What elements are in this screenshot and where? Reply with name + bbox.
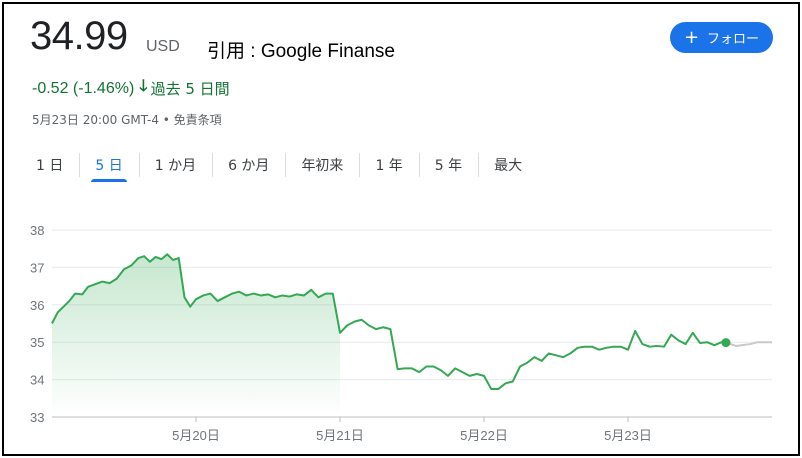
y-tick-label: 38 bbox=[30, 223, 44, 238]
plus-icon: + bbox=[683, 26, 700, 48]
y-tick-label: 35 bbox=[30, 335, 44, 350]
range-tabs: 1 日 5 日 1 か月 6 か月 年初来 1 年 5 年 最大 bbox=[20, 149, 538, 185]
source-note: 引用 : Google Finanse bbox=[207, 41, 395, 62]
tab-label: 1 か月 bbox=[154, 158, 197, 174]
arrow-down-icon: 🡓 bbox=[139, 78, 148, 95]
tab-1d[interactable]: 1 日 bbox=[20, 149, 79, 179]
y-tick-label: 36 bbox=[30, 298, 44, 313]
change-period: 過去 5 日間 bbox=[150, 80, 230, 98]
y-tick-label: 37 bbox=[30, 260, 44, 275]
follow-button-label: フォロー bbox=[707, 32, 760, 47]
current-point-marker bbox=[721, 338, 731, 348]
tab-max[interactable]: 最大 bbox=[478, 149, 538, 179]
tab-1y[interactable]: 1 年 bbox=[359, 149, 418, 179]
tab-5d[interactable]: 5 日 bbox=[79, 149, 138, 182]
timestamp-disclaimer: 5月23日 20:00 GMT-4 • 免責条項 bbox=[32, 113, 222, 127]
x-tick-label: 5月22日 bbox=[460, 428, 508, 443]
x-tick-label: 5月20日 bbox=[172, 428, 220, 443]
tab-1m[interactable]: 1 か月 bbox=[138, 149, 212, 179]
series-area bbox=[52, 254, 340, 417]
tab-label: 年初来 bbox=[301, 158, 344, 174]
tab-label: 5 日 bbox=[95, 158, 123, 174]
x-tick-label: 5月21日 bbox=[316, 428, 364, 443]
tab-label: 5 年 bbox=[434, 158, 463, 174]
x-tick-label: 5月23日 bbox=[604, 428, 652, 443]
tab-5y[interactable]: 5 年 bbox=[418, 149, 478, 179]
after-hours-line bbox=[725, 341, 772, 347]
price-change: -0.52 (-1.46%) 🡓 過去 5 日間 bbox=[32, 75, 230, 102]
follow-button[interactable]: + フォロー bbox=[670, 22, 773, 53]
tab-ytd[interactable]: 年初来 bbox=[285, 149, 359, 179]
tab-label: 最大 bbox=[494, 158, 523, 174]
currency-label: USD bbox=[146, 38, 180, 55]
tab-label: 1 年 bbox=[375, 158, 403, 174]
y-tick-label: 34 bbox=[30, 373, 44, 388]
tab-label: 6 か月 bbox=[228, 158, 270, 174]
y-tick-label: 33 bbox=[30, 410, 44, 425]
change-value: -0.52 (-1.46%) bbox=[32, 79, 135, 97]
current-price: 34.99 bbox=[30, 14, 128, 58]
tab-6m[interactable]: 6 か月 bbox=[212, 149, 285, 179]
price-chart[interactable]: 33 34 35 36 37 38 5月20日 5月21日 5月22日 5月23日 bbox=[0, 190, 802, 450]
tab-label: 1 日 bbox=[36, 158, 64, 174]
